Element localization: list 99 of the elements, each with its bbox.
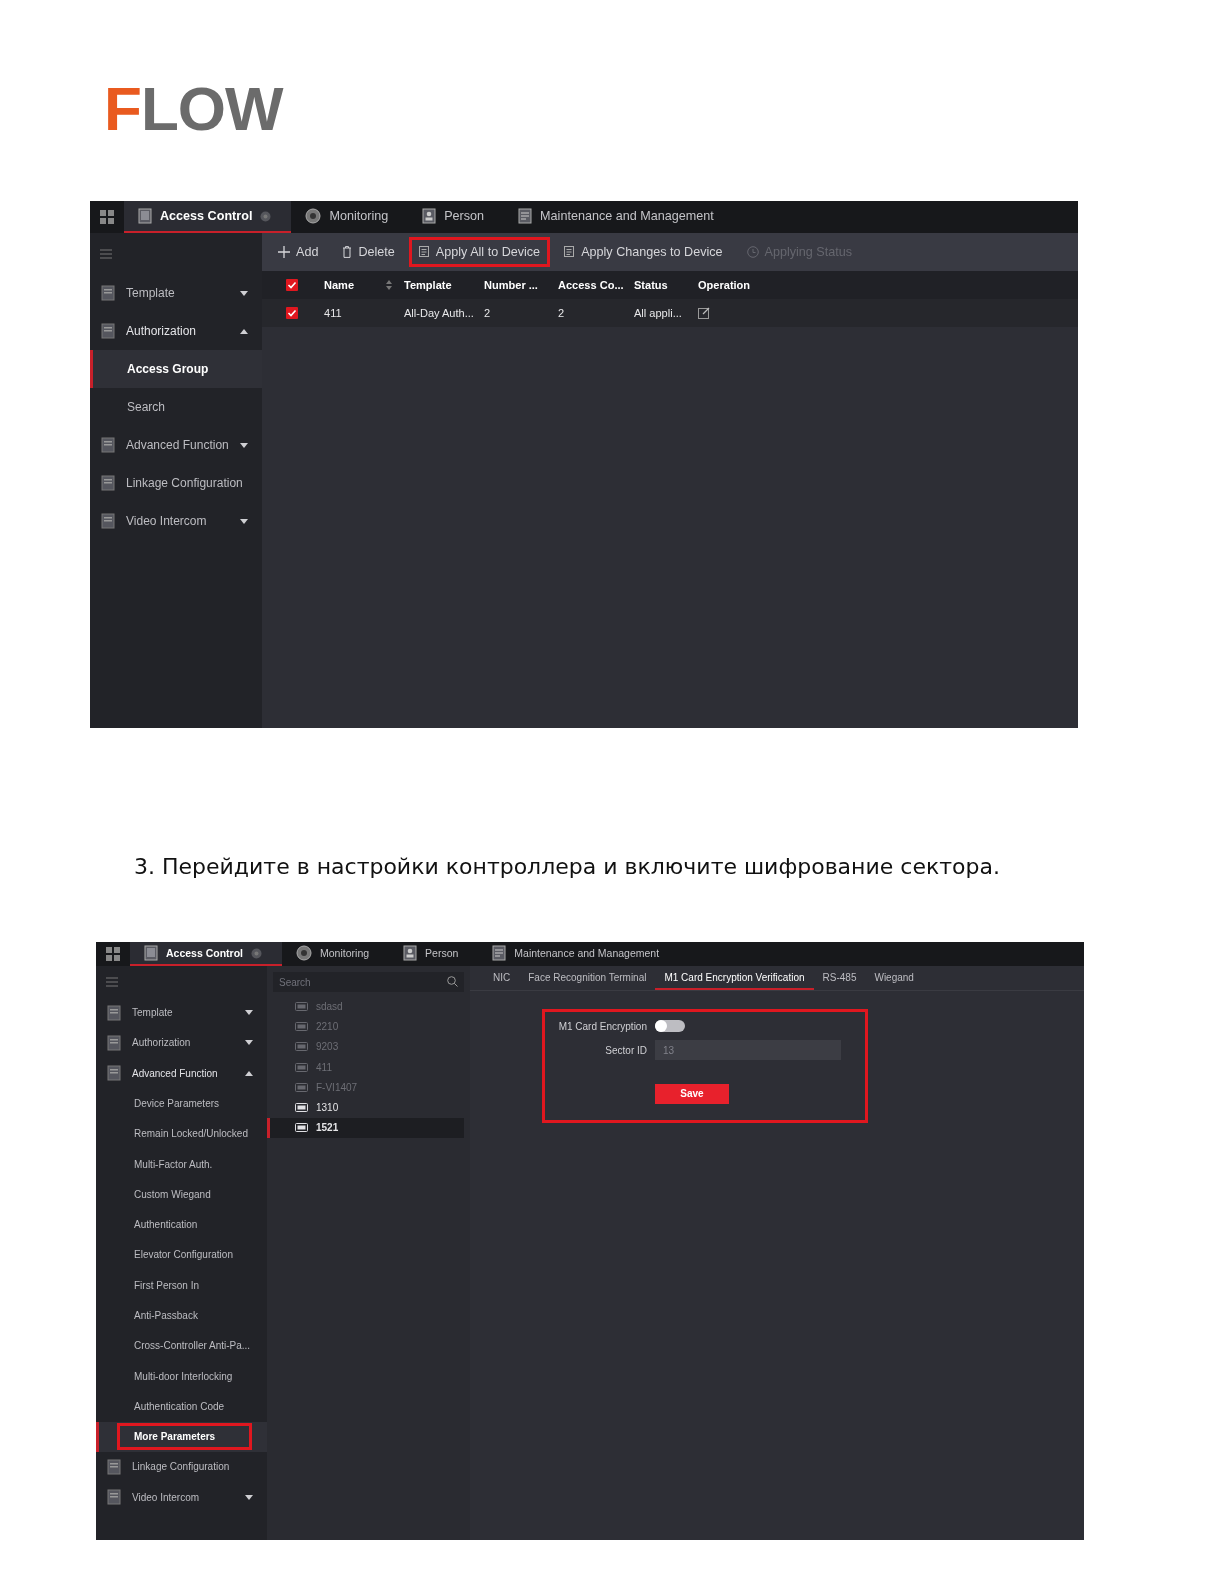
checkbox-checked[interactable]: [286, 279, 298, 291]
sidebar-item[interactable]: Linkage Configuration: [90, 464, 262, 502]
module-tab[interactable]: Person: [408, 201, 505, 233]
table-cell-text: All-Day Auth...: [403, 307, 475, 319]
device-icon: [295, 1042, 308, 1052]
plus-icon: [278, 246, 290, 258]
sidebar-subitem[interactable]: Authentication: [96, 1209, 267, 1240]
module-tab[interactable]: Access Control: [130, 942, 283, 967]
document-icon: [106, 1065, 122, 1082]
sidebar-subitem[interactable]: Elevator Configuration: [96, 1239, 267, 1271]
table-cell-text: All appli...: [633, 307, 683, 319]
module-tab[interactable]: Monitoring: [282, 942, 390, 967]
module-tab[interactable]: Monitoring: [291, 201, 409, 233]
sidebar-subitem[interactable]: Search: [90, 388, 262, 426]
sidebar-subitem[interactable]: Multi-door Interlocking: [96, 1360, 267, 1392]
document-icon: [100, 285, 116, 301]
checkbox-checked[interactable]: [286, 307, 298, 319]
module-tab[interactable]: Access Control: [124, 201, 292, 233]
settings-tab[interactable]: RS-485: [813, 966, 866, 991]
document-icon: [100, 513, 116, 529]
column-header[interactable]: Number ...: [478, 279, 552, 291]
device-icon: [295, 1062, 308, 1072]
table-cell-text: 411: [323, 307, 343, 319]
sidebar-subitem[interactable]: Authentication Code: [96, 1391, 267, 1422]
close-icon[interactable]: [251, 947, 263, 959]
field-label: Sector ID: [604, 1044, 647, 1056]
trash-icon: [342, 246, 353, 258]
document-icon: [106, 1459, 122, 1475]
sidebar-subitem[interactable]: Anti-Passback: [96, 1300, 267, 1331]
settings-tab[interactable]: Face Recognition Terminal: [519, 966, 656, 991]
module-tab[interactable]: Maintenance and Management: [478, 942, 680, 967]
document-icon: [106, 1004, 122, 1021]
close-icon[interactable]: [260, 210, 272, 222]
camera-icon: [305, 208, 322, 224]
device-icon: [295, 1082, 308, 1092]
column-header[interactable]: Status: [628, 279, 692, 291]
apps-icon[interactable]: [100, 210, 114, 224]
toolbar-button[interactable]: Add: [268, 237, 329, 267]
sidebar-subitem[interactable]: More Parameters: [96, 1421, 267, 1452]
sidebar-item[interactable]: Template: [90, 274, 262, 312]
panel-icon: [144, 945, 158, 962]
camera-icon: [296, 945, 313, 962]
document-icon: [106, 1489, 122, 1506]
module-tab[interactable]: Maintenance and Management: [504, 201, 734, 233]
sidebar-subitem[interactable]: Access Group: [90, 350, 262, 388]
sort-icon[interactable]: [386, 280, 392, 290]
device-icon: [295, 1102, 308, 1112]
toolbar-button[interactable]: Delete: [332, 237, 405, 267]
sidebar-subitem[interactable]: Cross-Controller Anti-Pa...: [96, 1330, 267, 1361]
save-button[interactable]: Save: [655, 1084, 729, 1105]
settings-tab[interactable]: M1 Card Encryption Verification: [655, 966, 814, 991]
sidebar-subitem[interactable]: Device Parameters: [96, 1088, 267, 1119]
table-cell-text: 2: [483, 307, 492, 319]
table-row[interactable]: 411 All-Day Auth... 2 2 All appli...: [262, 299, 1078, 327]
document-icon: [418, 246, 430, 258]
table-cell-text: 2: [557, 307, 566, 319]
document-icon: [100, 437, 116, 453]
column-header[interactable]: Name: [318, 279, 398, 291]
toolbar-button[interactable]: Apply All to Device: [408, 237, 551, 267]
tools-icon: [492, 945, 507, 962]
panel-icon: [138, 208, 152, 224]
field-label: M1 Card Encryption: [557, 1020, 647, 1032]
sidebar-item[interactable]: Advanced Function: [96, 1058, 267, 1089]
sidebar-subitem[interactable]: Multi-Factor Auth.: [96, 1148, 267, 1180]
settings-tab[interactable]: Wiegand: [865, 966, 923, 991]
toolbar-button[interactable]: Apply Changes to Device: [554, 237, 733, 267]
column-header[interactable]: Template: [398, 279, 478, 291]
person-card-icon: [403, 945, 418, 962]
search-field[interactable]: Search: [273, 972, 464, 993]
document-icon: [100, 475, 116, 491]
sidebar-subitem[interactable]: Custom Wiegand: [96, 1179, 267, 1210]
sidebar-subitem[interactable]: First Person In: [96, 1270, 267, 1301]
apps-icon[interactable]: [106, 947, 120, 962]
device-icon: [295, 1002, 308, 1011]
device-item[interactable]: 1521: [267, 1117, 464, 1138]
sidebar-item[interactable]: Video Intercom: [96, 1482, 267, 1513]
tools-icon: [518, 208, 533, 224]
sidebar-item[interactable]: Authorization: [96, 1027, 267, 1058]
person-card-icon: [422, 208, 437, 224]
search-icon[interactable]: [447, 976, 458, 988]
logo: FLOW: [104, 78, 283, 140]
step-text: 3. Перейдите в настройки контроллера и включите шифрование сектора.: [134, 854, 1000, 881]
device-item[interactable]: 1310: [267, 1097, 464, 1118]
sidebar-item[interactable]: Template: [96, 997, 267, 1028]
sidebar-subitem[interactable]: Remain Locked/Unlocked: [96, 1118, 267, 1149]
edit-icon[interactable]: [698, 307, 710, 319]
sidebar-item[interactable]: Video Intercom: [90, 502, 262, 540]
sidebar-item[interactable]: Linkage Configuration: [96, 1451, 267, 1483]
sidebar-item[interactable]: Authorization: [90, 312, 262, 350]
settings-tab[interactable]: NIC: [484, 966, 520, 991]
sidebar-item[interactable]: Advanced Function: [90, 426, 262, 464]
column-header[interactable]: Access Co...: [552, 279, 628, 291]
toggle-switch[interactable]: [655, 1020, 685, 1033]
device-icon: [295, 1123, 308, 1133]
clock-icon: [746, 246, 759, 258]
column-header[interactable]: Operation: [692, 279, 784, 291]
module-tab[interactable]: Person: [389, 942, 479, 967]
device-icon: [295, 1022, 308, 1032]
document-icon: [564, 246, 576, 258]
